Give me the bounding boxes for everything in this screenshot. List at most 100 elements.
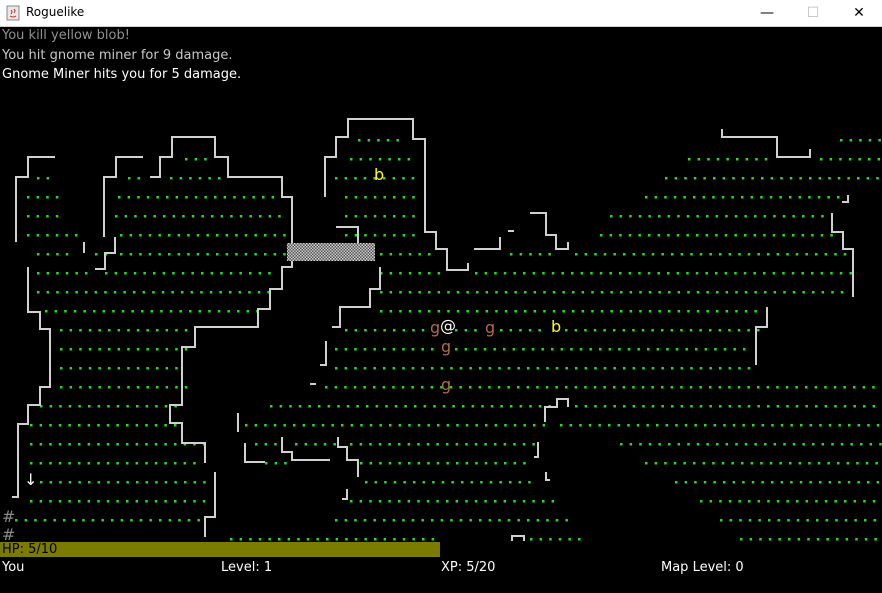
floor-tile xyxy=(744,310,748,313)
floor-tile xyxy=(373,386,376,389)
floor-tile xyxy=(474,329,477,332)
floor-tile xyxy=(432,481,435,484)
floor-tile xyxy=(107,481,110,484)
minimize-button[interactable]: — xyxy=(744,0,790,26)
floor-tile xyxy=(782,234,785,237)
floor-tile xyxy=(153,215,156,218)
floor-tile xyxy=(411,177,415,180)
floor-tile xyxy=(729,519,733,522)
floor-tile xyxy=(165,348,169,351)
floor-tile xyxy=(651,329,654,332)
floor-tile xyxy=(383,196,386,199)
floor-tile xyxy=(402,519,405,522)
floor-tile xyxy=(637,348,640,351)
floor-tile xyxy=(613,367,616,370)
floor-tile xyxy=(223,196,227,199)
floor-tile xyxy=(414,405,417,408)
close-button[interactable]: ✕ xyxy=(836,0,882,26)
floor-tile xyxy=(456,310,460,313)
floor-tile xyxy=(68,500,71,503)
floor-tile xyxy=(795,405,799,408)
floor-tile xyxy=(752,424,755,427)
floor-tile xyxy=(676,272,680,275)
floor-tile xyxy=(728,386,731,389)
floor-tile xyxy=(364,538,367,541)
floor-tile xyxy=(388,462,392,465)
floor-tile xyxy=(436,462,440,465)
floor-tile xyxy=(821,443,825,446)
floor-tile xyxy=(452,405,455,408)
floor-tile xyxy=(618,348,621,351)
floor-tile xyxy=(812,443,815,446)
floor-tile xyxy=(43,519,47,522)
yellow-blob-enemy: b xyxy=(374,165,384,184)
floor-tile xyxy=(791,272,795,275)
floor-tile xyxy=(350,443,353,446)
floor-tile xyxy=(441,481,445,484)
floor-tile xyxy=(418,272,421,275)
floor-tile xyxy=(686,272,689,275)
floor-tile xyxy=(166,196,169,199)
floor-tile xyxy=(335,177,338,180)
floor-tile xyxy=(591,291,594,294)
floor-tile xyxy=(239,538,243,541)
floor-tile xyxy=(500,329,503,332)
floor-tile xyxy=(440,519,444,522)
hp-label: HP: 5/10 xyxy=(2,542,58,557)
floor-tile xyxy=(198,310,202,313)
floor-tile xyxy=(741,462,744,465)
floor-tile xyxy=(542,500,545,503)
floor-tile xyxy=(684,481,688,484)
floor-tile xyxy=(757,329,760,332)
floor-tile xyxy=(629,310,633,313)
floor-tile xyxy=(551,500,555,503)
floor-tile xyxy=(389,253,393,256)
floor-tile xyxy=(85,291,88,294)
floor-tile xyxy=(603,253,607,256)
floor-tile xyxy=(732,177,735,180)
window-title: Roguelike xyxy=(26,5,85,19)
floor-tile xyxy=(350,424,354,427)
floor-tile xyxy=(788,538,791,541)
floor-tile xyxy=(665,424,669,427)
floor-tile xyxy=(163,215,166,218)
floor-tile xyxy=(469,386,472,389)
floor-tile xyxy=(809,481,812,484)
floor-tile xyxy=(354,234,358,237)
floor-tile xyxy=(489,481,493,484)
floor-tile xyxy=(164,405,168,408)
floor-tile xyxy=(574,386,578,389)
floor-tile xyxy=(191,272,194,275)
floor-tile xyxy=(766,386,770,389)
floor-tile xyxy=(87,424,91,427)
floor-tile xyxy=(97,424,100,427)
floor-tile xyxy=(638,215,642,218)
floor-tile xyxy=(412,234,415,237)
floor-tile xyxy=(799,481,803,484)
fog-region xyxy=(287,243,375,261)
floor-tile xyxy=(216,234,219,237)
floor-tile xyxy=(480,481,483,484)
floor-tile xyxy=(603,329,606,332)
floor-tile xyxy=(695,348,698,351)
floor-tile xyxy=(725,215,728,218)
floor-tile xyxy=(418,291,421,294)
floor-tile xyxy=(446,462,449,465)
floor-tile xyxy=(374,538,377,541)
floor-tile xyxy=(75,291,78,294)
floor-tile xyxy=(412,538,415,541)
floor-tile xyxy=(85,272,88,275)
maximize-button[interactable]: ☐ xyxy=(790,0,836,26)
floor-tile xyxy=(49,481,53,484)
game-viewport[interactable]: You kill yellow blob! You hit gnome mine… xyxy=(0,27,882,593)
floor-tile xyxy=(503,348,506,351)
floor-tile xyxy=(494,500,497,503)
floor-tile xyxy=(402,367,405,370)
floor-tile xyxy=(136,329,140,332)
floor-tile xyxy=(764,291,767,294)
floor-tile xyxy=(677,310,681,313)
floor-tile xyxy=(412,215,415,218)
floor-tile xyxy=(139,253,142,256)
floor-tile xyxy=(399,291,402,294)
dungeon-map[interactable]: @ g g g g b b ↓ # # xyxy=(0,27,882,542)
